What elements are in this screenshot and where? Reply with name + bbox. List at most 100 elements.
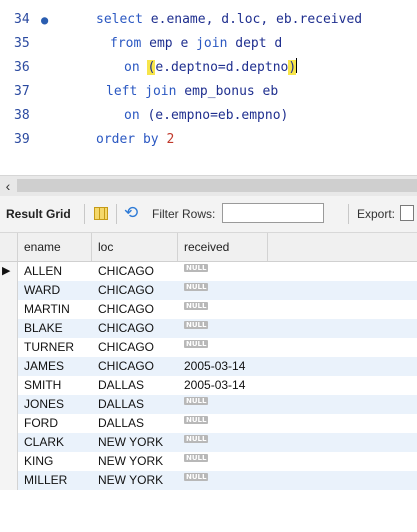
code-line[interactable]: 36 on (e.deptno=d.deptno) <box>0 56 417 80</box>
row-selector[interactable] <box>0 414 18 433</box>
line-number: 37 <box>14 84 30 99</box>
scroll-left-icon[interactable]: ‹ <box>0 176 16 196</box>
cell-loc[interactable]: DALLAS <box>92 376 178 395</box>
cell-received[interactable]: 2005-03-14 <box>178 357 268 376</box>
sql-keyword: on <box>124 60 148 75</box>
row-selector[interactable] <box>0 433 18 452</box>
row-selector[interactable] <box>0 471 18 490</box>
cell-ename[interactable]: TURNER <box>18 338 92 357</box>
line-number: 38 <box>14 108 30 123</box>
row-selector[interactable] <box>0 357 18 376</box>
code-text[interactable]: select e.ename, d.loc, eb.received <box>96 8 362 32</box>
null-badge: NULL <box>184 283 209 291</box>
table-row[interactable]: CLARK NEW YORK NULL <box>0 433 417 452</box>
cell-ename[interactable]: MARTIN <box>18 300 92 319</box>
column-header-ename[interactable]: ename <box>18 233 92 261</box>
row-selector[interactable] <box>0 319 18 338</box>
cell-loc[interactable]: CHICAGO <box>92 338 178 357</box>
cell-loc[interactable]: CHICAGO <box>92 319 178 338</box>
table-row[interactable]: BLAKE CHICAGO NULL <box>0 319 417 338</box>
table-row[interactable]: MILLER NEW YORK NULL <box>0 471 417 490</box>
column-header-loc[interactable]: loc <box>92 233 178 261</box>
export-icon[interactable] <box>400 205 414 221</box>
cell-received[interactable]: NULL <box>178 338 268 357</box>
sql-text: dept d <box>235 36 283 51</box>
table-row[interactable]: WARD CHICAGO NULL <box>0 281 417 300</box>
row-selector[interactable] <box>0 300 18 319</box>
cell-received[interactable]: NULL <box>178 433 268 452</box>
cell-received[interactable]: NULL <box>178 395 268 414</box>
table-row[interactable]: SMITH DALLAS 2005-03-14 <box>0 376 417 395</box>
column-header-received[interactable]: received <box>178 233 268 261</box>
row-selector[interactable] <box>0 395 18 414</box>
toolbar-divider <box>116 204 117 224</box>
sql-number: 2 <box>166 132 175 147</box>
code-text[interactable]: from emp e join dept d <box>110 32 282 56</box>
cell-loc[interactable]: DALLAS <box>92 414 178 433</box>
table-row[interactable]: MARTIN CHICAGO NULL <box>0 300 417 319</box>
sql-editor[interactable]: 34 ● select e.ename, d.loc, eb.received 35 f… <box>0 0 417 175</box>
cell-ename[interactable]: ALLEN <box>18 262 92 281</box>
cell-received[interactable]: NULL <box>178 262 268 281</box>
code-line[interactable]: 39 order by 2 <box>0 128 417 152</box>
cell-loc[interactable]: NEW YORK <box>92 433 178 452</box>
cell-ename[interactable]: JAMES <box>18 357 92 376</box>
sql-keyword: on <box>124 108 148 123</box>
row-selector[interactable] <box>0 281 18 300</box>
scrollbar-thumb[interactable] <box>17 179 417 192</box>
cell-ename[interactable]: WARD <box>18 281 92 300</box>
cell-ename[interactable]: KING <box>18 452 92 471</box>
table-row[interactable]: JAMES CHICAGO 2005-03-14 <box>0 357 417 376</box>
table-row[interactable]: JONES DALLAS NULL <box>0 395 417 414</box>
code-line[interactable]: 37 left join emp_bonus eb <box>0 80 417 104</box>
code-text[interactable]: order by 2 <box>96 128 174 152</box>
cell-received[interactable]: NULL <box>178 452 268 471</box>
current-statement-dot-icon: ● <box>41 13 49 27</box>
row-selector[interactable]: ▶ <box>0 262 18 281</box>
cell-loc[interactable]: NEW YORK <box>92 471 178 490</box>
cell-received[interactable]: NULL <box>178 319 268 338</box>
row-selector[interactable] <box>0 376 18 395</box>
cell-received[interactable]: NULL <box>178 281 268 300</box>
line-number: 35 <box>14 36 30 51</box>
table-row[interactable]: KING NEW YORK NULL <box>0 452 417 471</box>
cell-ename[interactable]: MILLER <box>18 471 92 490</box>
filter-rows-input[interactable] <box>222 203 324 223</box>
code-line[interactable]: 35 from emp e join dept d <box>0 32 417 56</box>
grid-view-icon[interactable] <box>94 207 108 220</box>
code-text[interactable]: on (e.empno=eb.empno) <box>124 104 288 128</box>
cell-ename[interactable]: JONES <box>18 395 92 414</box>
code-text[interactable]: left join emp_bonus eb <box>106 80 278 104</box>
result-grid-tab[interactable]: Result Grid <box>6 207 71 221</box>
cell-received[interactable]: NULL <box>178 414 268 433</box>
cell-received[interactable]: NULL <box>178 300 268 319</box>
cell-ename[interactable]: CLARK <box>18 433 92 452</box>
sql-keyword: join <box>145 84 185 99</box>
code-text[interactable]: on (e.deptno=d.deptno) <box>124 56 298 80</box>
current-row-arrow-icon: ▶ <box>2 265 11 277</box>
cell-ename[interactable]: FORD <box>18 414 92 433</box>
sql-text: e.deptno=d.deptno <box>155 60 289 75</box>
cell-loc[interactable]: CHICAGO <box>92 300 178 319</box>
table-row[interactable]: FORD DALLAS NULL <box>0 414 417 433</box>
row-selector[interactable] <box>0 338 18 357</box>
editor-horizontal-scrollbar[interactable]: ‹ <box>0 175 417 196</box>
sql-keyword: left <box>106 84 146 99</box>
cell-received[interactable]: NULL <box>178 471 268 490</box>
sql-text: e.ename, d.loc, eb.received <box>150 12 363 27</box>
cell-loc[interactable]: CHICAGO <box>92 262 178 281</box>
code-line[interactable]: 34 ● select e.ename, d.loc, eb.received <box>0 8 417 32</box>
table-row[interactable]: TURNER CHICAGO NULL <box>0 338 417 357</box>
cell-loc[interactable]: NEW YORK <box>92 452 178 471</box>
refresh-icon[interactable]: ⟲ <box>124 204 138 222</box>
cell-loc[interactable]: DALLAS <box>92 395 178 414</box>
code-line[interactable]: 38 on (e.empno=eb.empno) <box>0 104 417 128</box>
row-selector[interactable] <box>0 452 18 471</box>
bracket-match-highlight: ) <box>288 60 297 75</box>
table-row[interactable]: ▶ ALLEN CHICAGO NULL <box>0 262 417 281</box>
cell-ename[interactable]: BLAKE <box>18 319 92 338</box>
cell-received[interactable]: 2005-03-14 <box>178 376 268 395</box>
cell-loc[interactable]: CHICAGO <box>92 357 178 376</box>
cell-ename[interactable]: SMITH <box>18 376 92 395</box>
cell-loc[interactable]: CHICAGO <box>92 281 178 300</box>
